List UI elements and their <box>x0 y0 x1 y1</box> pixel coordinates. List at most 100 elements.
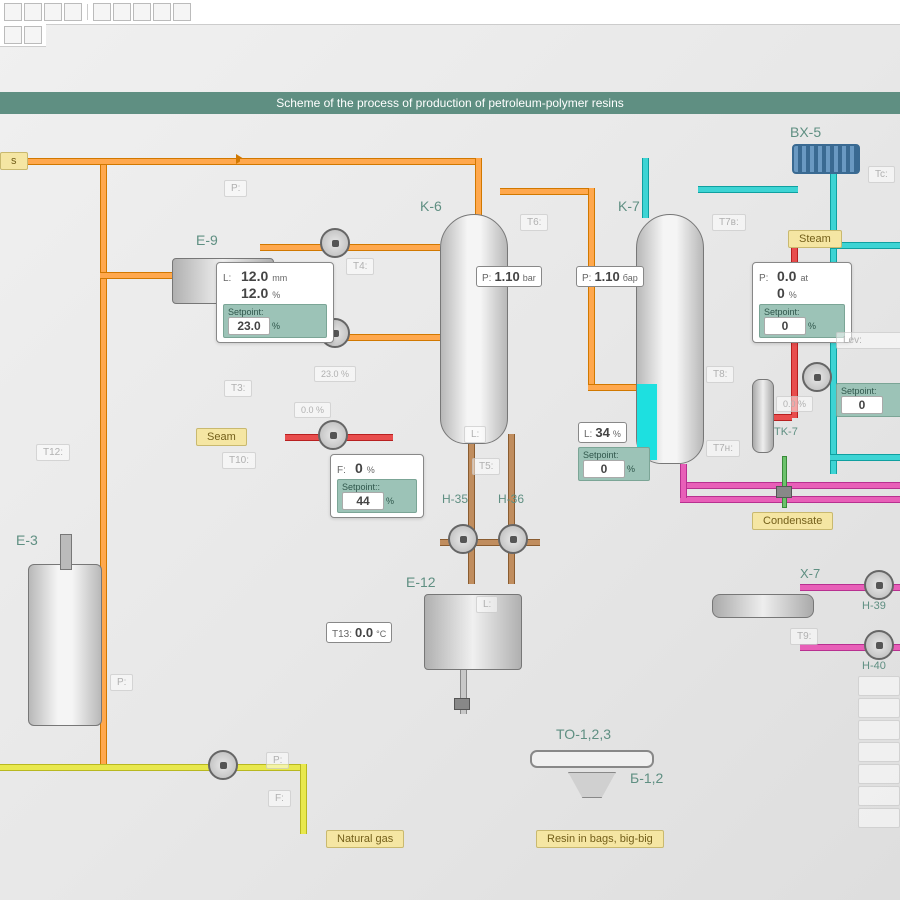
card-k7-pressure[interactable]: P:0.0at 0% Setpoint: 0% <box>752 262 852 343</box>
setpoint-block[interactable]: Setpoint:: 44% <box>337 479 417 513</box>
label-tk7: TK-7 <box>774 426 798 438</box>
pipe-yellow <box>300 764 307 834</box>
pipe-cyan <box>642 158 649 218</box>
output-k7p: 0.0 % <box>776 396 813 412</box>
tag-k7-pressure[interactable]: P:1.10бар <box>576 266 644 287</box>
tag-k7-level[interactable]: L:34% <box>578 422 627 443</box>
conveyor-to123[interactable] <box>530 750 654 768</box>
card-flow-f[interactable]: F:0% Setpoint:: 44% <box>330 454 424 518</box>
scada-canvas: E-9 K-6 K-7 BX-5 TK-7 E-3 E-12 H-35 H-36… <box>0 114 900 900</box>
label-e9: E-9 <box>196 232 218 248</box>
exchanger-tk7[interactable] <box>752 379 774 453</box>
label-s: s <box>0 152 28 170</box>
faded-p3: P: <box>266 752 289 769</box>
faded-t10: T10: <box>222 452 256 469</box>
tool-cascade-icon[interactable] <box>153 3 171 21</box>
tool-line-icon[interactable] <box>44 3 62 21</box>
tool-doc-icon[interactable] <box>4 3 22 21</box>
diagram-title: Scheme of the process of production of p… <box>0 92 900 114</box>
valve-e12-out[interactable] <box>454 698 470 710</box>
pipe-cyan <box>830 454 900 461</box>
pipe-orange <box>0 158 240 165</box>
faded-tc: Tc: <box>868 166 895 183</box>
faded-p2: P: <box>110 674 133 691</box>
faded-f2: F: <box>268 790 291 807</box>
toolbar-main <box>0 0 900 25</box>
pipe-orange <box>260 244 440 251</box>
separator <box>87 4 88 20</box>
furnace-stack <box>60 534 72 570</box>
label-x7: X-7 <box>800 566 820 581</box>
faded-t12: T12: <box>36 444 70 461</box>
setpoint-lev[interactable]: Setpoint: 0 <box>836 383 900 417</box>
tool-refresh-icon[interactable] <box>24 3 42 21</box>
tool-print-icon[interactable] <box>93 3 111 21</box>
faded-t7n: T7н: <box>706 440 740 457</box>
faded-t9: T9: <box>790 628 818 645</box>
label-steam: Steam <box>788 230 842 248</box>
setpoint-block[interactable]: Setpoint: 23.0% <box>223 304 327 338</box>
pipe-orange <box>500 188 590 195</box>
pipe-orange <box>588 188 595 388</box>
label-e12: E-12 <box>406 574 436 590</box>
pipe-orange <box>240 158 480 165</box>
label-resin: Resin in bags, big-big <box>536 830 664 848</box>
val: 12.0 <box>241 285 268 301</box>
blank-list <box>858 674 900 830</box>
card-lev[interactable]: Lev: <box>836 332 900 349</box>
pump-inline-1[interactable] <box>320 228 350 258</box>
faded-p: P: <box>224 180 247 197</box>
pump-inline-5[interactable] <box>208 750 238 780</box>
pipe-brown <box>508 434 515 584</box>
label-h36: H-36 <box>498 492 524 506</box>
cooler-bx5[interactable] <box>792 144 860 174</box>
furnace-e3[interactable] <box>28 564 102 726</box>
tank-e12[interactable] <box>424 594 522 670</box>
label-to123: TO-1,2,3 <box>556 726 611 742</box>
tool-b-icon[interactable] <box>24 26 42 44</box>
pipe-magenta <box>680 464 687 498</box>
label-h39: H-39 <box>862 600 886 612</box>
pump-h40[interactable] <box>864 630 894 660</box>
pipe-cyan <box>698 186 798 193</box>
output-e9: 23.0 % <box>314 366 356 382</box>
faded-t5: T5: <box>472 458 500 475</box>
hopper-b12[interactable] <box>568 772 616 798</box>
pipe-brown <box>468 434 475 584</box>
tool-window-icon[interactable] <box>113 3 131 21</box>
faded-t3: T3: <box>224 380 252 397</box>
faded-l2: L: <box>476 596 498 613</box>
faded-t6: T6: <box>520 214 548 231</box>
label-h40: H-40 <box>862 660 886 672</box>
valve-condensate[interactable] <box>776 486 792 498</box>
tool-tile-icon[interactable] <box>133 3 151 21</box>
exchanger-x7[interactable] <box>712 594 814 618</box>
setpoint-k7l[interactable]: Setpoint: 0% <box>578 447 650 481</box>
column-k6[interactable] <box>440 214 508 444</box>
label-b12: Б-1,2 <box>630 770 663 786</box>
card-e9-level[interactable]: L:12.0mm 12.0% Setpoint: 23.0% <box>216 262 334 343</box>
setpoint-block[interactable]: Setpoint: 0% <box>759 304 845 338</box>
tool-a-icon[interactable] <box>4 26 22 44</box>
tool-arrow-icon[interactable] <box>64 3 82 21</box>
tag-t13[interactable]: T13:0.0°C <box>326 622 392 643</box>
pipe-orange <box>475 158 482 218</box>
pump-h39[interactable] <box>864 570 894 600</box>
tag-k6-pressure[interactable]: P:1.10bar <box>476 266 542 287</box>
tool-script-icon[interactable] <box>173 3 191 21</box>
pipe-yellow <box>0 764 100 771</box>
faded-l: L: <box>464 426 486 443</box>
faded-t7v: T7в: <box>712 214 746 231</box>
pump-h35[interactable] <box>448 524 478 554</box>
pipe-green <box>782 456 787 508</box>
output-f: 0.0 % <box>294 402 331 418</box>
pump-inline-4[interactable] <box>802 362 832 392</box>
label-h35: H-35 <box>442 492 468 506</box>
pump-h36[interactable] <box>498 524 528 554</box>
toolbar-secondary <box>0 24 46 47</box>
pump-inline-3[interactable] <box>318 420 348 450</box>
label-k7: K-7 <box>618 198 640 214</box>
faded-t4: T4: <box>346 258 374 275</box>
label-k6: K-6 <box>420 198 442 214</box>
label-natural-gas: Natural gas <box>326 830 404 848</box>
